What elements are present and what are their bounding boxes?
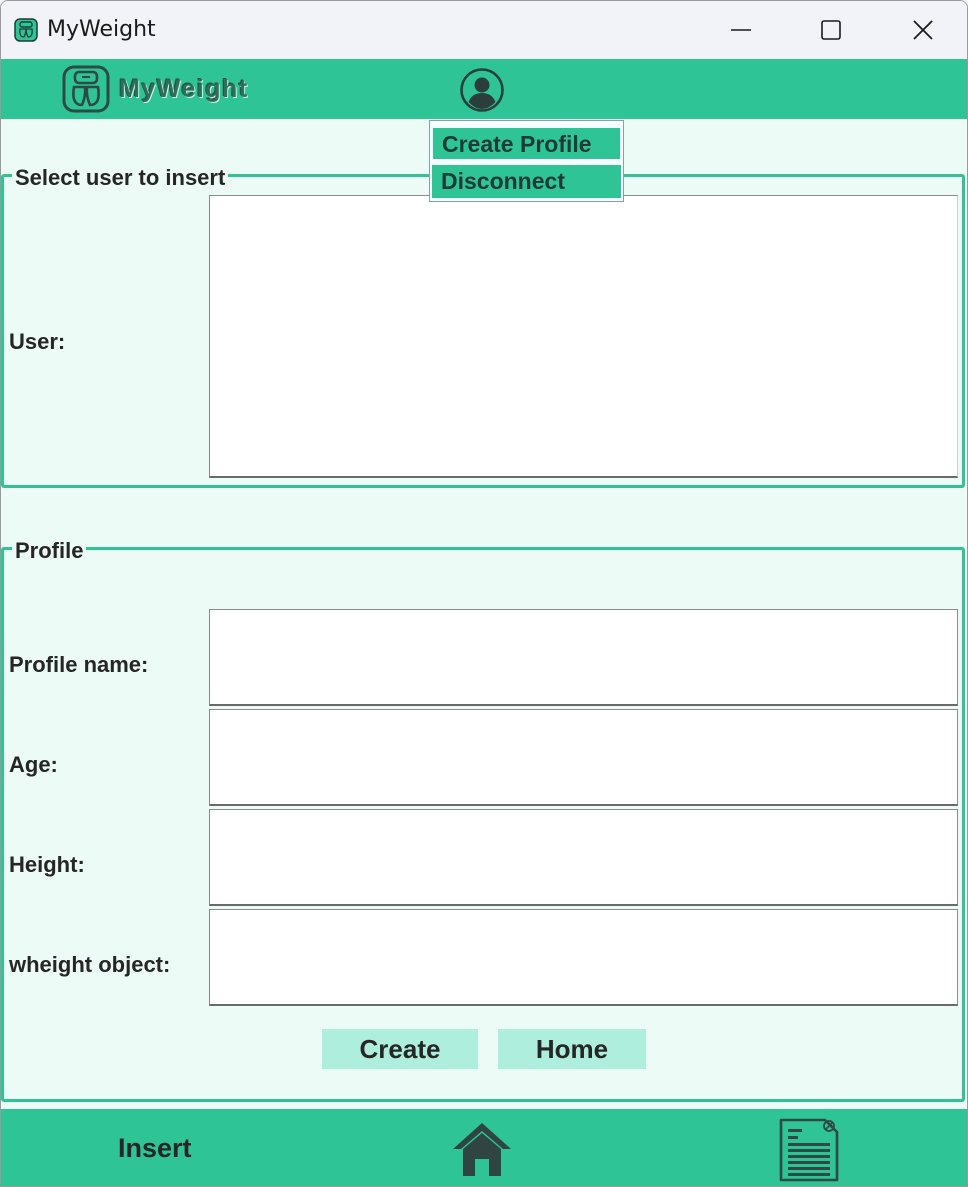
user-label: User: bbox=[9, 329, 66, 354]
maximize-icon bbox=[821, 20, 841, 40]
age-label: Age: bbox=[9, 752, 58, 777]
profile-group: Profile Profile name: Age: Height: wheig… bbox=[1, 540, 965, 1102]
minimize-button[interactable] bbox=[695, 1, 787, 59]
close-button[interactable] bbox=[877, 1, 967, 59]
home-icon[interactable] bbox=[451, 1119, 513, 1179]
weight-objective-label: wheight object: bbox=[9, 952, 171, 977]
minimize-icon bbox=[731, 29, 751, 31]
select-user-group: Select user to insert User: bbox=[1, 167, 965, 488]
menu-item-create-profile[interactable]: Create Profile bbox=[432, 127, 621, 160]
insert-nav-button[interactable]: Insert bbox=[118, 1133, 192, 1164]
height-label: Height: bbox=[9, 852, 85, 877]
title-bar: MyWeight bbox=[1, 1, 967, 59]
brand-title: MyWeight bbox=[119, 75, 249, 103]
scale-icon bbox=[62, 65, 110, 113]
menu-item-disconnect[interactable]: Disconnect bbox=[432, 165, 621, 198]
close-icon bbox=[913, 20, 933, 40]
age-input[interactable] bbox=[209, 709, 958, 806]
window-title: MyWeight bbox=[47, 17, 156, 42]
footer-nav: Insert bbox=[1, 1109, 967, 1186]
home-button[interactable]: Home bbox=[498, 1029, 646, 1069]
app-window: MyWeight MyWeight Create Profile Disconn… bbox=[0, 0, 968, 1187]
profile-dropdown-menu: Create Profile Disconnect bbox=[429, 120, 624, 202]
weight-objective-input[interactable] bbox=[209, 909, 958, 1006]
profile-name-input[interactable] bbox=[209, 609, 958, 706]
user-circle-icon[interactable] bbox=[459, 67, 505, 113]
user-list[interactable] bbox=[209, 195, 958, 478]
app-scale-icon bbox=[14, 18, 38, 42]
app-header: MyWeight bbox=[1, 59, 967, 119]
create-button[interactable]: Create bbox=[322, 1029, 478, 1069]
document-icon[interactable] bbox=[778, 1117, 840, 1183]
maximize-button[interactable] bbox=[785, 1, 877, 59]
profile-name-label: Profile name: bbox=[9, 652, 149, 677]
height-input[interactable] bbox=[209, 809, 958, 906]
profile-legend: Profile bbox=[12, 540, 87, 562]
select-user-legend: Select user to insert bbox=[12, 167, 229, 189]
